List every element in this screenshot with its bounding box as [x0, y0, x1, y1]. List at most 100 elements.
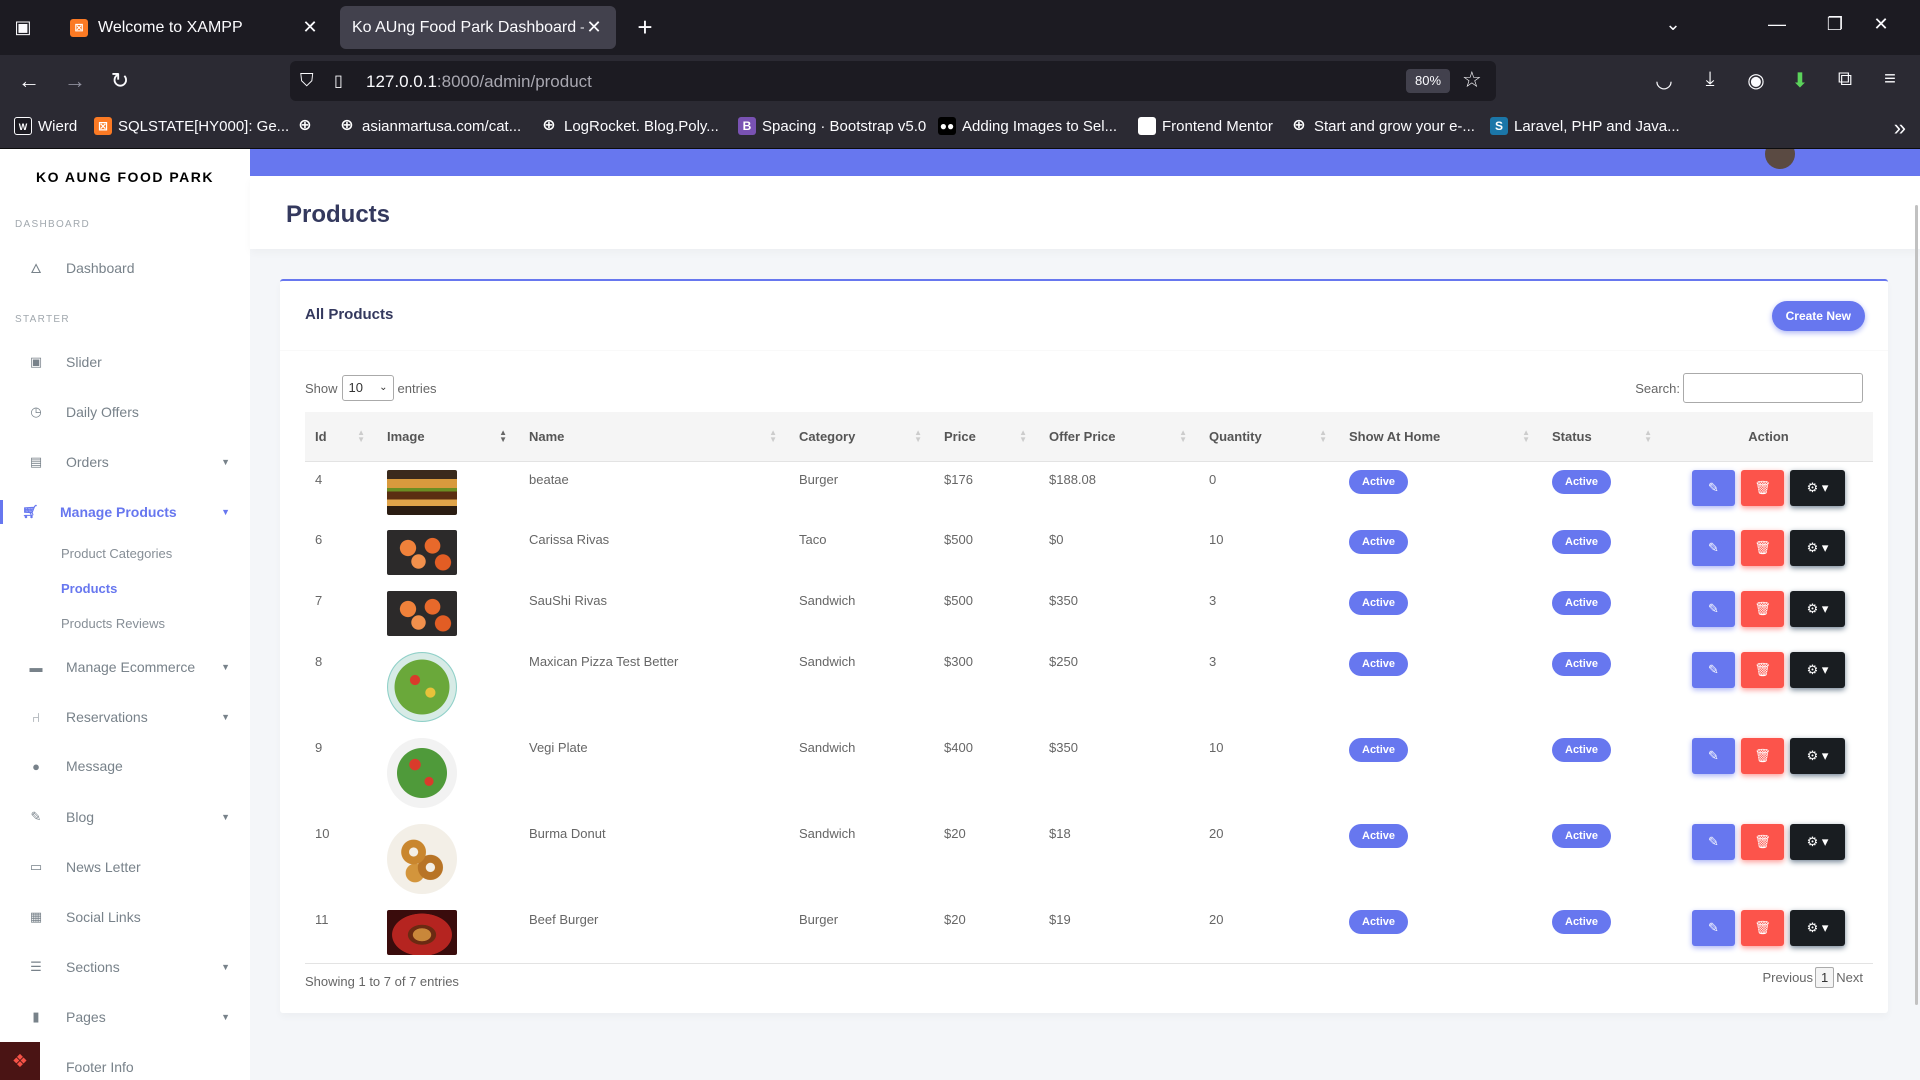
- settings-dropdown-button[interactable]: ⚙ ▾: [1790, 824, 1845, 860]
- column-header[interactable]: Status ▲ ▼: [1542, 412, 1664, 462]
- column-header[interactable]: Quantity ▲ ▼: [1199, 412, 1339, 462]
- previous-button[interactable]: Previous: [1762, 970, 1813, 985]
- edit-button[interactable]: ✎: [1692, 591, 1735, 627]
- sidebar-item-daily-offers[interactable]: ◷ Daily Offers: [0, 394, 250, 430]
- minimize-icon[interactable]: —: [1762, 14, 1792, 35]
- zoom-level[interactable]: 80%: [1406, 69, 1450, 93]
- bookmark-item[interactable]: ⊕ asianmartusa.com/cat...: [338, 117, 521, 135]
- bookmark-item[interactable]: ⊠ SQLSTATE[HY000]: Ge...: [94, 117, 289, 135]
- sidebar-item-blog[interactable]: ✎ Blog ▼: [0, 799, 250, 835]
- back-icon[interactable]: ←: [14, 67, 44, 95]
- chevron-down-icon[interactable]: ⌄: [1658, 14, 1688, 35]
- edit-button[interactable]: ✎: [1692, 469, 1735, 506]
- bookmarks-bar: W Wierd ⊠ SQLSTATE[HY000]: Ge... ⊕ ⊕ asianm…: [0, 107, 1920, 149]
- edit-button[interactable]: ✎: [1692, 530, 1735, 566]
- account-icon[interactable]: ◉: [1742, 68, 1770, 93]
- sidebar-item-dashboard[interactable]: 🜂 Dashboard: [0, 250, 250, 286]
- laravel-debug-icon[interactable]: ❖: [0, 1042, 40, 1080]
- shield-icon[interactable]: ⛉: [300, 70, 314, 91]
- product-name: Carissa Rivas: [529, 532, 610, 547]
- bookmark-item[interactable]: B Spacing · Bootstrap v5.0: [738, 117, 926, 135]
- bookmark-item[interactable]: ⊕: [296, 117, 320, 135]
- admin-app: KO AUNG FOOD PARK DASHBOARD 🜂 Dashboard S…: [0, 149, 1920, 1080]
- close-tab-icon[interactable]: ✕: [300, 17, 320, 38]
- sidebar-item-manage-ecommerce[interactable]: ▬ Manage Ecommerce ▼: [0, 649, 250, 685]
- column-header[interactable]: Action: [1664, 412, 1873, 462]
- bookmarks-overflow-icon[interactable]: »: [1894, 115, 1906, 141]
- column-header[interactable]: Id ▲ ▼: [305, 412, 377, 462]
- settings-dropdown-button[interactable]: ⚙ ▾: [1790, 910, 1845, 946]
- bookmark-item[interactable]: ●● Adding Images to Sel...: [938, 117, 1117, 135]
- settings-dropdown-button[interactable]: ⚙ ▾: [1790, 469, 1845, 506]
- delete-button[interactable]: 🗑︎: [1741, 591, 1784, 627]
- delete-button[interactable]: 🗑︎: [1741, 910, 1784, 946]
- forward-icon[interactable]: →: [60, 67, 90, 95]
- settings-dropdown-button[interactable]: ⚙ ▾: [1790, 530, 1845, 566]
- sidebar-item-pages[interactable]: ▮ Pages ▼: [0, 999, 250, 1035]
- column-header[interactable]: Price ▲ ▼: [934, 412, 1039, 462]
- settings-dropdown-button[interactable]: ⚙ ▾: [1790, 652, 1845, 688]
- delete-button[interactable]: 🗑︎: [1741, 738, 1784, 774]
- column-header[interactable]: Offer Price ▲ ▼: [1039, 412, 1199, 462]
- url-bar[interactable]: ⛉ ▯ 127.0.0.1:8000/admin/product 80% ☆: [290, 61, 1496, 101]
- column-header[interactable]: Show At Home ▲ ▼: [1339, 412, 1542, 462]
- url-text[interactable]: 127.0.0.1:8000/admin/product: [366, 72, 592, 92]
- sidebar-subitem-products-reviews[interactable]: Products Reviews: [61, 616, 165, 631]
- delete-button[interactable]: 🗑︎: [1741, 824, 1784, 860]
- edit-button[interactable]: ✎: [1692, 824, 1735, 860]
- product-offer-price: $18: [1049, 826, 1071, 841]
- menu-icon[interactable]: ≡: [1876, 68, 1904, 91]
- create-new-button[interactable]: Create New: [1771, 301, 1865, 331]
- scrollbar[interactable]: [1915, 205, 1918, 1005]
- column-header[interactable]: Name ▲ ▼: [519, 412, 789, 462]
- sidebar-item-manage-products[interactable]: 🛒︎ Manage Products ▼: [0, 494, 250, 530]
- next-button[interactable]: Next: [1836, 970, 1863, 985]
- edit-button[interactable]: ✎: [1692, 910, 1735, 946]
- sidebar-item-sections[interactable]: ☰ Sections ▼: [0, 949, 250, 985]
- tab-xampp[interactable]: ⊠ Welcome to XAMPP ✕: [58, 6, 332, 49]
- table-row: 7 SauShi Rivas Sandwich $500 $350 3 Active Acti…: [305, 583, 1873, 644]
- bookmark-star-icon[interactable]: ☆: [1462, 67, 1482, 93]
- sidebar-item-social-links[interactable]: ▦ Social Links: [0, 899, 250, 935]
- tab-list-icon[interactable]: ▣: [10, 14, 36, 40]
- bookmark-item[interactable]: Frontend Mentor: [1138, 117, 1273, 135]
- column-header[interactable]: Category ▲ ▼: [789, 412, 934, 462]
- tab-dashboard[interactable]: Ko AUng Food Park Dashboard — S ✕: [340, 6, 616, 49]
- download-icon[interactable]: ⤓: [1696, 68, 1724, 91]
- delete-button[interactable]: 🗑︎: [1741, 652, 1784, 688]
- reload-icon[interactable]: ↻: [105, 67, 135, 95]
- bookmark-item[interactable]: ⊕ LogRocket. Blog.Poly...: [540, 117, 719, 135]
- pocket-icon[interactable]: ◡: [1650, 68, 1678, 93]
- product-image: [387, 652, 509, 722]
- extensions-icon[interactable]: ⧉: [1831, 68, 1859, 91]
- edit-button[interactable]: ✎: [1692, 652, 1735, 688]
- edit-icon: ✎: [1708, 479, 1719, 495]
- bookmark-item[interactable]: S Laravel, PHP and Java...: [1490, 117, 1680, 135]
- edit-button[interactable]: ✎: [1692, 738, 1735, 774]
- close-tab-icon[interactable]: ✕: [584, 17, 604, 38]
- settings-dropdown-button[interactable]: ⚙ ▾: [1790, 591, 1845, 627]
- sidebar-item-orders[interactable]: ▤ Orders ▼: [0, 444, 250, 480]
- search-input[interactable]: [1683, 373, 1863, 403]
- sidebar-item-news-letter[interactable]: ▭ News Letter: [0, 849, 250, 885]
- close-window-icon[interactable]: ✕: [1866, 14, 1896, 35]
- sidebar-subitem-products[interactable]: Products: [61, 581, 117, 596]
- sidebar-item-slider[interactable]: ▣ Slider: [0, 344, 250, 380]
- cell-show-at-home: Active: [1339, 522, 1542, 583]
- bookmark-item[interactable]: ⊕ Start and grow your e-...: [1290, 117, 1475, 135]
- column-header[interactable]: Image ▲ ▼: [377, 412, 519, 462]
- extension-download-icon[interactable]: ⬇: [1786, 68, 1814, 93]
- restore-icon[interactable]: ❐: [1820, 14, 1850, 35]
- bookmark-item[interactable]: W Wierd: [14, 117, 77, 135]
- sidebar-item-message[interactable]: ● Message: [0, 748, 250, 784]
- settings-dropdown-button[interactable]: ⚙ ▾: [1790, 738, 1845, 774]
- new-tab-icon[interactable]: +: [630, 12, 660, 43]
- delete-button[interactable]: 🗑︎: [1741, 469, 1784, 506]
- avatar[interactable]: [1765, 149, 1795, 169]
- sidebar-subitem-product-categories[interactable]: Product Categories: [61, 546, 172, 561]
- brand-logo[interactable]: KO AUNG FOOD PARK: [0, 169, 250, 185]
- page-button[interactable]: 1: [1815, 967, 1835, 988]
- sidebar-item-reservations[interactable]: ⑁ Reservations ▼: [0, 699, 250, 735]
- delete-button[interactable]: 🗑︎: [1741, 530, 1784, 566]
- entries-select[interactable]: 10 ⌄: [341, 375, 394, 401]
